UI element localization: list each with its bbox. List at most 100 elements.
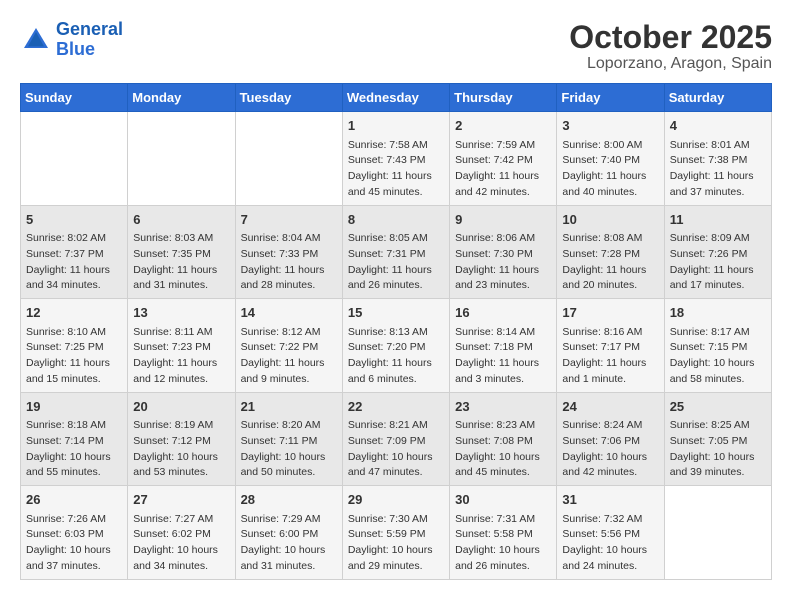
sunset-text: Sunset: 7:22 PM (241, 340, 337, 356)
sunset-text: Sunset: 7:12 PM (133, 434, 229, 450)
sunrise-text: Sunrise: 8:02 AM (26, 231, 122, 247)
day-cell: 7Sunrise: 8:04 AMSunset: 7:33 PMDaylight… (235, 205, 342, 299)
sunrise-text: Sunrise: 7:27 AM (133, 512, 229, 528)
week-row-1: 1Sunrise: 7:58 AMSunset: 7:43 PMDaylight… (21, 112, 772, 206)
day-cell: 12Sunrise: 8:10 AMSunset: 7:25 PMDayligh… (21, 299, 128, 393)
daylight-text: Daylight: 11 hours and 31 minutes. (133, 263, 229, 295)
header-cell-friday: Friday (557, 84, 664, 112)
sunset-text: Sunset: 6:03 PM (26, 527, 122, 543)
header-cell-monday: Monday (128, 84, 235, 112)
sunrise-text: Sunrise: 8:16 AM (562, 325, 658, 341)
day-number: 25 (670, 397, 766, 417)
day-cell: 23Sunrise: 8:23 AMSunset: 7:08 PMDayligh… (450, 392, 557, 486)
day-number: 8 (348, 210, 444, 230)
sunrise-text: Sunrise: 7:26 AM (26, 512, 122, 528)
daylight-text: Daylight: 11 hours and 17 minutes. (670, 263, 766, 295)
day-number: 16 (455, 303, 551, 323)
day-number: 27 (133, 490, 229, 510)
day-cell: 15Sunrise: 8:13 AMSunset: 7:20 PMDayligh… (342, 299, 449, 393)
sunrise-text: Sunrise: 7:58 AM (348, 138, 444, 154)
daylight-text: Daylight: 11 hours and 20 minutes. (562, 263, 658, 295)
day-cell (21, 112, 128, 206)
daylight-text: Daylight: 10 hours and 53 minutes. (133, 450, 229, 482)
day-cell: 24Sunrise: 8:24 AMSunset: 7:06 PMDayligh… (557, 392, 664, 486)
header-cell-thursday: Thursday (450, 84, 557, 112)
sunrise-text: Sunrise: 8:08 AM (562, 231, 658, 247)
day-cell (128, 112, 235, 206)
day-cell: 6Sunrise: 8:03 AMSunset: 7:35 PMDaylight… (128, 205, 235, 299)
daylight-text: Daylight: 11 hours and 9 minutes. (241, 356, 337, 388)
day-number: 17 (562, 303, 658, 323)
header-cell-saturday: Saturday (664, 84, 771, 112)
sunrise-text: Sunrise: 8:10 AM (26, 325, 122, 341)
sunset-text: Sunset: 5:56 PM (562, 527, 658, 543)
sunrise-text: Sunrise: 7:29 AM (241, 512, 337, 528)
daylight-text: Daylight: 11 hours and 37 minutes. (670, 169, 766, 201)
day-number: 6 (133, 210, 229, 230)
day-cell: 30Sunrise: 7:31 AMSunset: 5:58 PMDayligh… (450, 486, 557, 580)
sunset-text: Sunset: 7:35 PM (133, 247, 229, 263)
daylight-text: Daylight: 10 hours and 29 minutes. (348, 543, 444, 575)
daylight-text: Daylight: 10 hours and 31 minutes. (241, 543, 337, 575)
day-number: 30 (455, 490, 551, 510)
daylight-text: Daylight: 11 hours and 23 minutes. (455, 263, 551, 295)
sunrise-text: Sunrise: 8:00 AM (562, 138, 658, 154)
sunset-text: Sunset: 7:43 PM (348, 153, 444, 169)
daylight-text: Daylight: 11 hours and 15 minutes. (26, 356, 122, 388)
logo-line2: Blue (56, 39, 95, 59)
daylight-text: Daylight: 11 hours and 1 minute. (562, 356, 658, 388)
sunrise-text: Sunrise: 8:21 AM (348, 418, 444, 434)
sunset-text: Sunset: 7:42 PM (455, 153, 551, 169)
day-number: 15 (348, 303, 444, 323)
sunrise-text: Sunrise: 8:19 AM (133, 418, 229, 434)
day-number: 13 (133, 303, 229, 323)
sunrise-text: Sunrise: 8:24 AM (562, 418, 658, 434)
sunset-text: Sunset: 7:05 PM (670, 434, 766, 450)
title-area: October 2025 Loporzano, Aragon, Spain (569, 20, 772, 73)
daylight-text: Daylight: 10 hours and 58 minutes. (670, 356, 766, 388)
sunset-text: Sunset: 7:08 PM (455, 434, 551, 450)
sunrise-text: Sunrise: 8:09 AM (670, 231, 766, 247)
sunrise-text: Sunrise: 8:11 AM (133, 325, 229, 341)
day-number: 5 (26, 210, 122, 230)
day-cell: 29Sunrise: 7:30 AMSunset: 5:59 PMDayligh… (342, 486, 449, 580)
sunset-text: Sunset: 7:15 PM (670, 340, 766, 356)
sunset-text: Sunset: 7:06 PM (562, 434, 658, 450)
day-number: 29 (348, 490, 444, 510)
day-number: 24 (562, 397, 658, 417)
sunset-text: Sunset: 7:11 PM (241, 434, 337, 450)
calendar-table: SundayMondayTuesdayWednesdayThursdayFrid… (20, 83, 772, 580)
daylight-text: Daylight: 11 hours and 40 minutes. (562, 169, 658, 201)
day-cell: 11Sunrise: 8:09 AMSunset: 7:26 PMDayligh… (664, 205, 771, 299)
day-cell: 18Sunrise: 8:17 AMSunset: 7:15 PMDayligh… (664, 299, 771, 393)
sunset-text: Sunset: 6:02 PM (133, 527, 229, 543)
sunset-text: Sunset: 7:30 PM (455, 247, 551, 263)
day-number: 3 (562, 116, 658, 136)
sunset-text: Sunset: 7:14 PM (26, 434, 122, 450)
day-cell: 9Sunrise: 8:06 AMSunset: 7:30 PMDaylight… (450, 205, 557, 299)
day-cell: 2Sunrise: 7:59 AMSunset: 7:42 PMDaylight… (450, 112, 557, 206)
daylight-text: Daylight: 10 hours and 42 minutes. (562, 450, 658, 482)
week-row-3: 12Sunrise: 8:10 AMSunset: 7:25 PMDayligh… (21, 299, 772, 393)
day-cell (664, 486, 771, 580)
day-number: 28 (241, 490, 337, 510)
day-number: 31 (562, 490, 658, 510)
sunset-text: Sunset: 7:25 PM (26, 340, 122, 356)
daylight-text: Daylight: 11 hours and 45 minutes. (348, 169, 444, 201)
sunrise-text: Sunrise: 8:03 AM (133, 231, 229, 247)
sunrise-text: Sunrise: 8:17 AM (670, 325, 766, 341)
sunset-text: Sunset: 7:20 PM (348, 340, 444, 356)
day-cell: 20Sunrise: 8:19 AMSunset: 7:12 PMDayligh… (128, 392, 235, 486)
sunrise-text: Sunrise: 8:04 AM (241, 231, 337, 247)
sunset-text: Sunset: 7:26 PM (670, 247, 766, 263)
daylight-text: Daylight: 11 hours and 12 minutes. (133, 356, 229, 388)
day-cell: 27 Sunrise: 7:27 AMSunset: 6:02 PMDayligh… (128, 486, 235, 580)
sunset-text: Sunset: 7:40 PM (562, 153, 658, 169)
day-number: 22 (348, 397, 444, 417)
daylight-text: Daylight: 10 hours and 34 minutes. (133, 543, 229, 575)
day-cell: 5Sunrise: 8:02 AMSunset: 7:37 PMDaylight… (21, 205, 128, 299)
sunset-text: Sunset: 7:09 PM (348, 434, 444, 450)
daylight-text: Daylight: 11 hours and 26 minutes. (348, 263, 444, 295)
daylight-text: Daylight: 10 hours and 39 minutes. (670, 450, 766, 482)
header-cell-sunday: Sunday (21, 84, 128, 112)
